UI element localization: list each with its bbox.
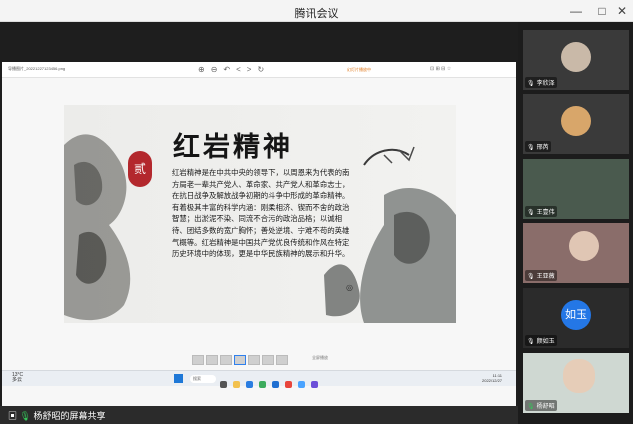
viewer-notice: 幻灯片播放中 [347, 67, 371, 72]
avatar [561, 42, 591, 72]
thumbnail-label[interactable]: 全屏播放 [312, 355, 342, 361]
avatar [563, 359, 595, 393]
app-icon[interactable] [272, 381, 279, 388]
mic-icon: 🎙 [527, 210, 535, 216]
screen-share-label: ▣ 🎙 杨舒昭的屏幕共享 [8, 409, 106, 422]
participant-tile[interactable]: 🎙 王壹伟 [523, 159, 629, 219]
taskbar-search[interactable]: 搜索 [190, 375, 216, 383]
viewer-toolbar: 导播图片_20221227123456.png ⊕⊖↶<>↻ 幻灯片播放中 ⊡ … [2, 62, 516, 78]
slide-paragraph: 红岩精神是在中共中央的领导下，以周恩来为代表的南方局老一辈共产党人、革命家、共产… [172, 168, 350, 259]
slide-body-text: 红岩精神是在中共中央的领导下，以周恩来为代表的南方局老一辈共产党人、革命家、共产… [172, 167, 352, 260]
slide-image: 红岩精神 贰 红岩精神是在中共中央的领导下，以周恩来为代表的南方局老一辈共产党人… [64, 105, 456, 323]
viewer-tool-icons[interactable]: ⊕⊖↶<>↻ [198, 65, 270, 74]
shared-screen: 导播图片_20221227123456.png ⊕⊖↶<>↻ 幻灯片播放中 ⊡ … [0, 22, 518, 407]
avatar [569, 231, 599, 261]
maximize-button[interactable]: □ [594, 3, 610, 19]
minimize-button[interactable]: — [568, 3, 584, 19]
avatar [561, 106, 591, 136]
image-viewer-window: 导播图片_20221227123456.png ⊕⊖↶<>↻ 幻灯片播放中 ⊡ … [2, 62, 516, 407]
avatar: 如玉 [561, 300, 591, 330]
participant-tile[interactable]: 🎙 王亚薇 [523, 223, 629, 283]
weather-widget[interactable]: 13°C 多云 [12, 373, 23, 383]
close-button[interactable]: ✕ [614, 3, 630, 19]
participant-name: 王亚薇 [536, 274, 555, 280]
window-title: 腾讯会议 [294, 8, 339, 20]
participant-name: 王壹伟 [536, 210, 555, 216]
red-seal: 贰 [128, 151, 152, 187]
thumbnail[interactable] [192, 355, 204, 365]
share-label-text: 杨舒昭的屏幕共享 [33, 411, 106, 421]
thumbnail[interactable] [220, 355, 232, 365]
participant-name: 李欣泽 [536, 81, 555, 87]
participant-name: 邢芮 [536, 145, 549, 151]
viewer-filename: 导播图片_20221227123456.png [8, 66, 66, 71]
app-icon[interactable] [298, 381, 305, 388]
thumbnail-active[interactable] [234, 355, 246, 365]
mic-icon: 🎙 [527, 339, 535, 345]
mouse-cursor-icon: ◎ [346, 283, 353, 292]
edge-icon[interactable] [246, 381, 253, 388]
mic-icon: 🎙 [527, 404, 535, 410]
mic-icon: 🎙 [527, 81, 535, 87]
app-icon[interactable] [311, 381, 318, 388]
thumbnail[interactable] [276, 355, 288, 365]
app-icon[interactable] [259, 381, 266, 388]
viewer-right-tools[interactable]: ⊡ ⊞ ⊟ ☆ [430, 66, 451, 72]
participant-tile[interactable]: 🎙 杨舒昭 [523, 353, 629, 413]
mic-icon: 🎙 [19, 411, 31, 421]
participant-name: 杨舒昭 [536, 404, 555, 410]
windows-start-icon[interactable] [174, 374, 183, 383]
participant-tile[interactable]: 🎙 邢芮 [523, 94, 629, 154]
participant-sidebar: 🎙 李欣泽 🎙 邢芮 🎙 王壹伟 🎙 王亚薇 如玉 🎙 颜如玉 🎙 杨舒昭 [518, 22, 633, 424]
weather-desc: 多云 [12, 377, 23, 383]
mic-icon: 🎙 [527, 274, 535, 280]
thumbnail[interactable] [248, 355, 260, 365]
screen-icon: ▣ [8, 411, 18, 421]
app-icon[interactable] [285, 381, 292, 388]
thumbnail[interactable] [206, 355, 218, 365]
bottom-bar: ▣ 🎙 杨舒昭的屏幕共享 [0, 406, 518, 424]
participant-name: 颜如玉 [536, 339, 555, 345]
title-bar: 腾讯会议 — □ ✕ [0, 0, 633, 22]
thumbnail-strip[interactable]: 全屏播放 [192, 352, 332, 366]
taskbar-clock[interactable]: 11:11 2022/12/27 [482, 373, 502, 383]
clock-date: 2022/12/27 [482, 378, 503, 383]
file-explorer-icon[interactable] [233, 381, 240, 388]
slide-title: 红岩精神 [173, 132, 293, 163]
windows-taskbar: 13°C 多云 搜索 11:11 2022/12/27 [2, 370, 516, 388]
mic-icon: 🎙 [527, 145, 535, 151]
thumbnail[interactable] [262, 355, 274, 365]
participant-tile[interactable]: 如玉 🎙 颜如玉 [523, 288, 629, 348]
taskbar-apps [220, 375, 324, 393]
participant-tile[interactable]: 🎙 李欣泽 [523, 30, 629, 90]
task-view-icon[interactable] [220, 381, 227, 388]
